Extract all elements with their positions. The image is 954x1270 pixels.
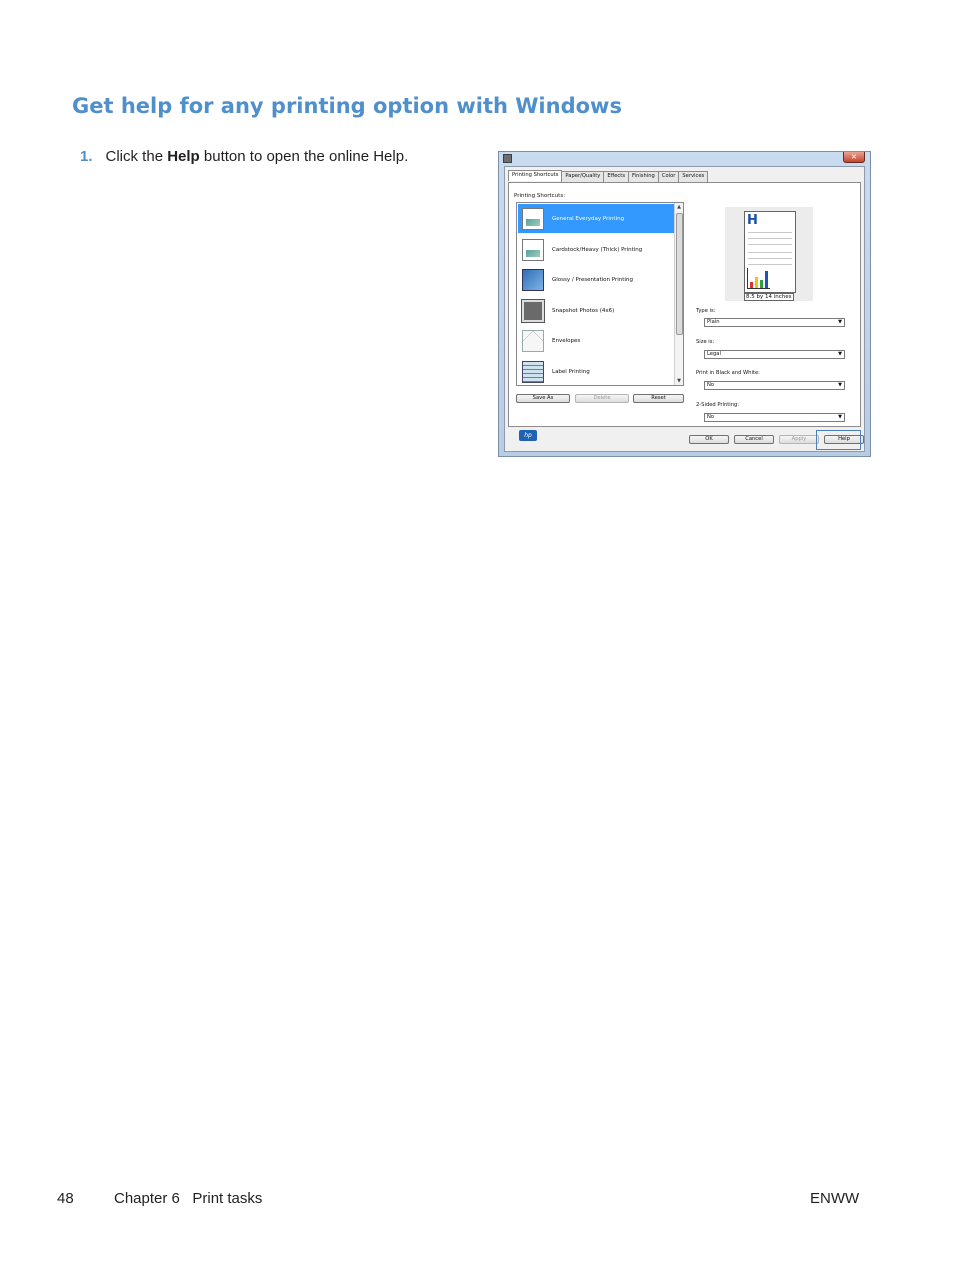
shortcut-label: General Everyday Printing [552, 215, 625, 222]
chevron-down-icon: ▼ [838, 319, 842, 325]
document-icon [522, 207, 544, 230]
chapter-title: Chapter 6 Print tasks [114, 1190, 263, 1207]
shortcut-label: Glossy / Presentation Printing [552, 276, 633, 283]
chevron-down-icon: ▼ [838, 414, 842, 420]
apply-button[interactable]: Apply [779, 435, 819, 444]
step-text-bold: Help [167, 148, 200, 165]
hp-logo: hp [519, 430, 537, 441]
scroll-up-icon[interactable]: ▲ [675, 203, 683, 211]
tab-effects[interactable]: Effects [603, 171, 630, 182]
type-select[interactable]: Plain ▼ [704, 318, 845, 327]
label-icon [522, 360, 544, 383]
two-sided-select[interactable]: No ▼ [704, 413, 845, 422]
preview-h-glyph: H [747, 213, 758, 228]
shortcut-snapshot-photos[interactable]: Snapshot Photos (4x6) [518, 296, 674, 325]
preview-caption: 8.5 by 14 inches [744, 293, 794, 301]
tab-paper-quality[interactable]: Paper/Quality [561, 171, 605, 182]
scroll-down-icon[interactable]: ▼ [675, 377, 683, 385]
two-sided-label: 2-Sided Printing: [696, 402, 740, 408]
tab-color[interactable]: Color [657, 171, 680, 182]
dialog-client: Printing Shortcuts Paper/Quality Effects… [504, 166, 865, 452]
black-white-label: Print in Black and White: [696, 370, 760, 376]
step-number: 1. [80, 148, 93, 165]
step-text-before: Click the [105, 148, 164, 165]
page-number: 48 [57, 1190, 74, 1207]
shortcut-cardstock[interactable]: Cardstock/Heavy (Thick) Printing [518, 235, 674, 264]
chevron-down-icon: ▼ [838, 351, 842, 357]
size-select[interactable]: Legal ▼ [704, 350, 845, 359]
dialog-titlebar: × [499, 152, 870, 165]
printer-properties-dialog: × Printing Shortcuts Paper/Quality Effec… [498, 151, 871, 457]
page-preview: H 8.5 by 14 inches [725, 207, 813, 301]
black-white-value: No [707, 382, 715, 388]
shortcut-envelopes[interactable]: Envelopes [518, 326, 674, 355]
close-button[interactable]: × [843, 152, 865, 163]
size-value: Legal [707, 351, 721, 357]
tab-finishing[interactable]: Finishing [628, 171, 659, 182]
glossy-icon [522, 268, 544, 291]
shortcut-label: Cardstock/Heavy (Thick) Printing [552, 246, 643, 253]
type-label: Type is: [696, 308, 716, 314]
shortcut-glossy[interactable]: Glossy / Presentation Printing [518, 265, 674, 294]
shortcut-label: Snapshot Photos (4x6) [552, 307, 615, 314]
shortcut-list: General Everyday Printing Cardstock/Heav… [516, 202, 684, 386]
page-heading: Get help for any printing option with Wi… [72, 94, 622, 118]
tab-services[interactable]: Services [678, 171, 709, 182]
help-button-highlight [816, 430, 861, 450]
save-as-button[interactable]: Save As [516, 394, 570, 403]
scroll-thumb[interactable] [676, 213, 683, 335]
two-sided-value: No [707, 414, 715, 420]
chevron-down-icon: ▼ [838, 382, 842, 388]
tab-panel: Printing Shortcuts: General Everyday Pri… [508, 182, 861, 441]
shortcut-general-everyday[interactable]: General Everyday Printing [518, 204, 674, 233]
shortcut-label: Label Printing [552, 368, 590, 375]
size-label: Size is: [696, 339, 715, 345]
shortcut-scrollbar[interactable]: ▲ ▼ [674, 203, 683, 385]
shortcut-label: Envelopes [552, 337, 581, 344]
black-white-select[interactable]: No ▼ [704, 381, 845, 390]
step-1: 1. Click the Help button to open the onli… [80, 148, 408, 165]
type-value: Plain [707, 319, 720, 325]
delete-button[interactable]: Delete [575, 394, 629, 403]
shortcuts-label: Printing Shortcuts: [514, 193, 566, 199]
cancel-button[interactable]: Cancel [734, 435, 774, 444]
preview-chart-icon [747, 268, 770, 289]
document-icon [522, 238, 544, 261]
tab-printing-shortcuts[interactable]: Printing Shortcuts [508, 170, 563, 181]
ok-button[interactable]: OK [689, 435, 729, 444]
shortcut-label-printing[interactable]: Label Printing [518, 357, 674, 385]
photo-icon [521, 298, 545, 323]
footer-code: ENWW [810, 1190, 860, 1207]
reset-button[interactable]: Reset [633, 394, 684, 403]
tab-strip: Printing Shortcuts Paper/Quality Effects… [508, 170, 709, 182]
printer-icon [503, 154, 512, 163]
step-text-after: button to open the online Help. [203, 148, 409, 165]
preview-page: H [744, 211, 796, 293]
envelope-icon [522, 329, 544, 352]
